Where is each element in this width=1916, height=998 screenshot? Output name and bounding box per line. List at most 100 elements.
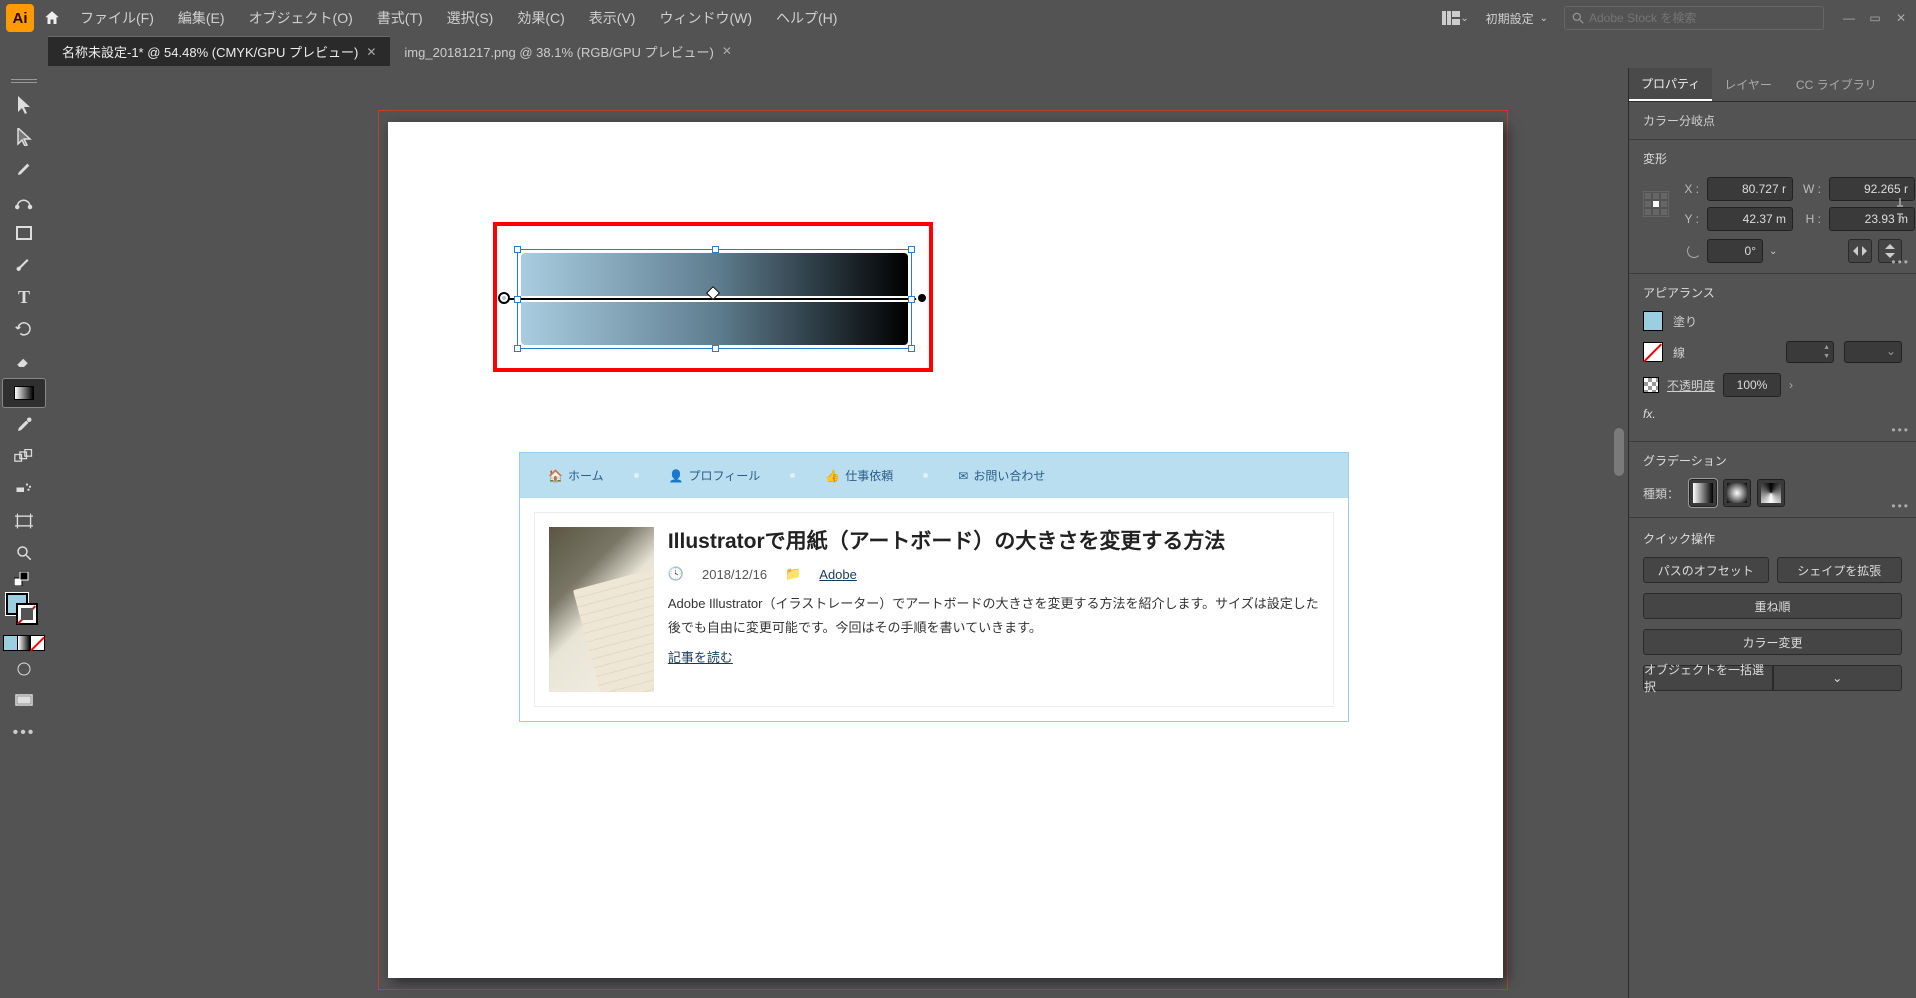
expand-shape-button[interactable]: シェイプを拡張 [1777, 557, 1903, 583]
color-mode-row[interactable] [4, 634, 44, 652]
link-wh-icon[interactable] [1894, 196, 1906, 224]
chevron-right-icon[interactable]: › [1789, 378, 1793, 392]
resize-handle[interactable] [908, 345, 915, 352]
search-box[interactable] [1564, 6, 1824, 30]
collapse-handle[interactable] [4, 74, 44, 88]
y-input[interactable] [1707, 207, 1793, 231]
nav-work[interactable]: 👍仕事依頼 [825, 467, 893, 484]
more-options-icon[interactable]: ••• [1891, 423, 1910, 437]
arrange-button[interactable]: 重ね順 [1643, 593, 1902, 619]
resize-handle[interactable] [712, 345, 719, 352]
tab-close-icon[interactable]: ✕ [366, 45, 376, 59]
gradient-stop-start[interactable] [498, 292, 510, 304]
close-button[interactable]: ✕ [1892, 9, 1910, 27]
reference-point[interactable] [1643, 191, 1669, 217]
selected-object[interactable] [517, 249, 912, 349]
nav-profile[interactable]: 👤プロフィール [669, 467, 761, 484]
more-options-icon[interactable]: ••• [1891, 255, 1910, 269]
tab-close-icon[interactable]: ✕ [722, 44, 732, 58]
stroke-weight-stepper[interactable] [1786, 341, 1834, 363]
resize-handle[interactable] [514, 345, 521, 352]
angle-input[interactable] [1707, 239, 1763, 263]
gradient-section: グラデーション 種類： ••• [1629, 442, 1916, 518]
nav-separator [634, 473, 639, 478]
edit-toolbar[interactable]: ••• [4, 718, 44, 748]
maximize-button[interactable]: ▭ [1866, 9, 1884, 27]
select-similar-dropdown[interactable]: ⌄ [1773, 665, 1903, 691]
stroke-swatch[interactable] [16, 603, 38, 625]
draw-mode[interactable] [4, 654, 44, 684]
scrollbar-thumb[interactable] [1614, 428, 1624, 476]
fill-swatch[interactable] [1643, 311, 1663, 331]
selection-tool[interactable] [4, 90, 44, 120]
pen-tool[interactable] [4, 154, 44, 184]
menu-window[interactable]: ウィンドウ(W) [649, 4, 762, 32]
gradient-stop-end[interactable] [916, 292, 928, 304]
flip-horizontal-button[interactable] [1848, 239, 1872, 263]
direct-selection-tool[interactable] [4, 122, 44, 152]
menu-view[interactable]: 表示(V) [579, 4, 646, 32]
menu-type[interactable]: 書式(T) [367, 4, 433, 32]
recolor-button[interactable]: カラー変更 [1643, 629, 1902, 655]
artboard[interactable]: 🏠ホーム 👤プロフィール 👍仕事依頼 ✉お問い合わせ Illustratorで用… [388, 122, 1503, 978]
minimize-button[interactable]: — [1840, 9, 1858, 27]
rotate-tool[interactable] [4, 314, 44, 344]
doc-tab-1[interactable]: 名称未設定-1* @ 54.48% (CMYK/GPU プレビュー) ✕ [48, 36, 390, 66]
radial-gradient-button[interactable] [1723, 479, 1751, 507]
symbol-sprayer-tool[interactable] [4, 474, 44, 504]
fill-stroke-swatch[interactable] [4, 590, 44, 632]
menu-help[interactable]: ヘルプ(H) [766, 4, 847, 32]
doc-tab-2[interactable]: img_20181217.png @ 38.1% (RGB/GPU プレビュー)… [390, 36, 746, 66]
menu-select[interactable]: 選択(S) [437, 4, 504, 32]
opacity-swatch[interactable] [1643, 377, 1659, 393]
search-input[interactable] [1589, 11, 1817, 25]
stroke-swatch[interactable] [1643, 342, 1663, 362]
opacity-label[interactable]: 不透明度 [1667, 377, 1715, 394]
stroke-profile-select[interactable] [1844, 341, 1902, 363]
zoom-tool[interactable] [4, 538, 44, 568]
screen-mode[interactable] [4, 686, 44, 716]
nav-contact[interactable]: ✉お問い合わせ [958, 467, 1045, 484]
home-button[interactable] [38, 4, 66, 32]
rectangle-tool[interactable] [4, 218, 44, 248]
offset-path-button[interactable]: パスのオフセット [1643, 557, 1769, 583]
resize-handle[interactable] [514, 296, 521, 303]
read-more-link[interactable]: 記事を読む [668, 650, 733, 665]
resize-handle[interactable] [712, 246, 719, 253]
paintbrush-tool[interactable] [4, 250, 44, 280]
linear-gradient-button[interactable] [1689, 479, 1717, 507]
type-tool[interactable]: T [4, 282, 44, 312]
section-title: グラデーション [1643, 452, 1902, 469]
menu-effect[interactable]: 効果(C) [507, 4, 574, 32]
freeform-gradient-button[interactable] [1757, 479, 1785, 507]
workspace-selector[interactable]: 初期設定 ⌄ [1476, 6, 1558, 31]
canvas-area[interactable]: 🏠ホーム 👤プロフィール 👍仕事依頼 ✉お問い合わせ Illustratorで用… [48, 98, 1628, 998]
artboard-tool[interactable] [4, 506, 44, 536]
more-options-icon[interactable]: ••• [1891, 499, 1910, 513]
nav-home[interactable]: 🏠ホーム [548, 467, 604, 484]
menu-object[interactable]: オブジェクト(O) [239, 4, 363, 32]
x-input[interactable] [1707, 177, 1793, 201]
arrange-docs-button[interactable]: ⌄ [1442, 6, 1470, 30]
chevron-down-icon[interactable]: ⌄ [1769, 246, 1777, 257]
article-category[interactable]: Adobe [819, 567, 857, 582]
tab-layers[interactable]: レイヤー [1712, 68, 1784, 101]
menu-edit[interactable]: 編集(E) [168, 4, 235, 32]
gradient-annotator[interactable] [504, 298, 922, 300]
annotation-highlight [493, 222, 933, 372]
select-similar-button[interactable]: オブジェクトを一括選択 [1643, 665, 1773, 691]
tab-properties[interactable]: プロパティ [1629, 68, 1712, 101]
resize-handle[interactable] [908, 296, 915, 303]
eyedropper-tool[interactable] [4, 410, 44, 440]
blend-tool[interactable] [4, 442, 44, 472]
fx-row[interactable]: fx. [1643, 407, 1902, 421]
menu-file[interactable]: ファイル(F) [70, 4, 164, 32]
resize-handle[interactable] [908, 246, 915, 253]
gradient-tool[interactable] [2, 378, 46, 408]
eraser-tool[interactable] [4, 346, 44, 376]
opacity-input[interactable] [1723, 373, 1781, 397]
curvature-tool[interactable] [4, 186, 44, 216]
fg-bg-toggle[interactable] [4, 570, 44, 588]
tab-cc-libraries[interactable]: CC ライブラリ [1784, 68, 1889, 101]
resize-handle[interactable] [514, 246, 521, 253]
